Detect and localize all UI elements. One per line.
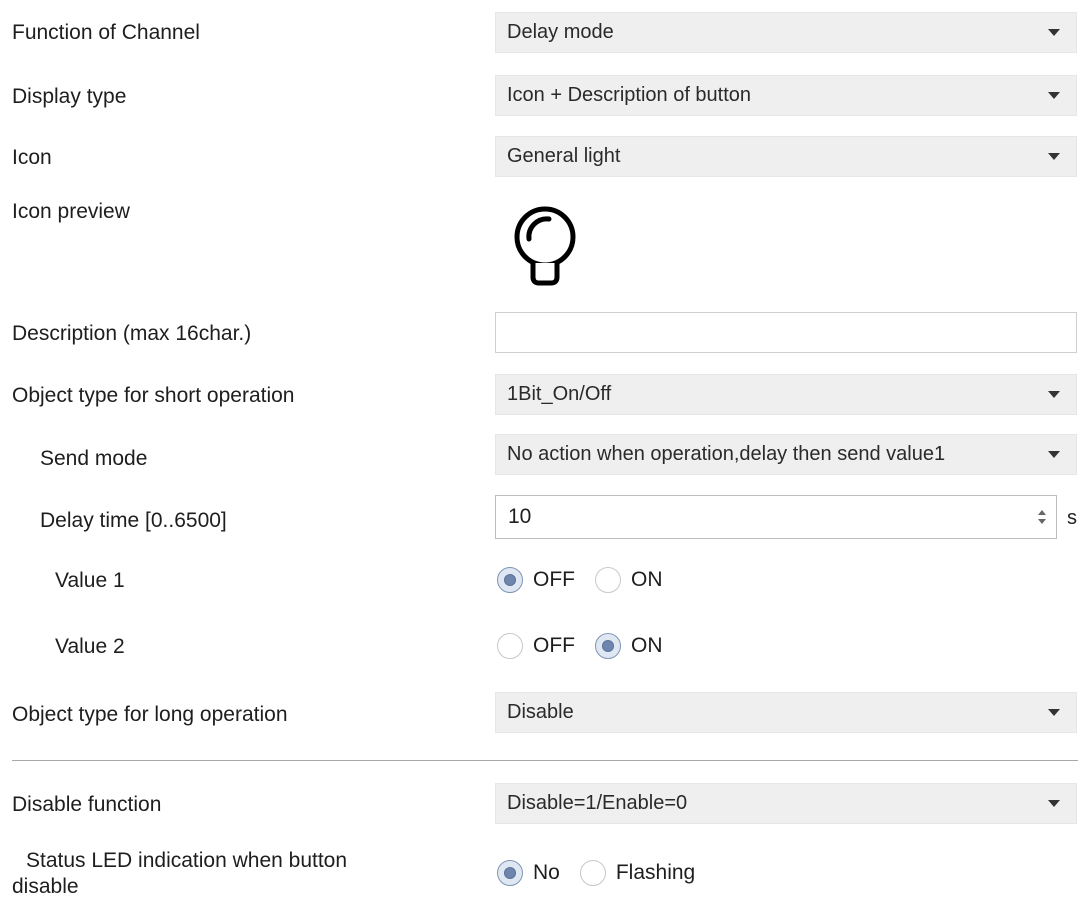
spin-down-icon[interactable] xyxy=(1038,519,1046,524)
short-object-type-label: Object type for short operation xyxy=(12,384,295,407)
delay-time-value: 10 xyxy=(508,505,532,528)
display-type-value: Icon + Description of button xyxy=(507,84,752,106)
status-led-label-line2: disable xyxy=(12,875,79,898)
short-object-type-select[interactable]: 1Bit_On/Off xyxy=(495,374,1077,415)
chevron-down-icon xyxy=(1048,29,1060,36)
value2-radio-group: OFF ON xyxy=(497,633,683,659)
send-mode-value: No action when operation,delay then send… xyxy=(507,443,946,465)
radio-unchecked-icon[interactable] xyxy=(579,860,606,886)
chevron-down-icon xyxy=(1048,391,1060,398)
value1-option-off[interactable]: OFF xyxy=(497,567,575,593)
value1-option-off-label: OFF xyxy=(533,568,575,591)
delay-time-unit: s xyxy=(1067,507,1077,529)
disable-function-select[interactable]: Disable=1/Enable=0 xyxy=(495,783,1077,824)
value1-label: Value 1 xyxy=(55,569,125,592)
radio-checked-icon[interactable] xyxy=(595,633,621,659)
long-object-type-value: Disable xyxy=(507,701,574,723)
radio-unchecked-icon[interactable] xyxy=(595,567,621,593)
value1-option-on-label: ON xyxy=(631,568,663,591)
status-led-label: Status LED indication when button disabl… xyxy=(12,848,347,900)
status-led-label-line1: Status LED indication when button xyxy=(26,849,348,872)
value2-option-off-label: OFF xyxy=(533,634,575,657)
chevron-down-icon xyxy=(1048,800,1060,807)
short-object-type-value: 1Bit_On/Off xyxy=(507,383,612,405)
icon-value: General light xyxy=(507,145,621,167)
radio-checked-icon[interactable] xyxy=(497,567,523,593)
disable-function-label: Disable function xyxy=(12,793,162,816)
status-led-option-flashing[interactable]: Flashing xyxy=(579,860,696,886)
display-type-select[interactable]: Icon + Description of button xyxy=(495,75,1077,116)
delay-time-stepper[interactable]: 10 xyxy=(495,495,1057,539)
send-mode-label: Send mode xyxy=(40,447,148,470)
chevron-down-icon xyxy=(1048,153,1060,160)
chevron-down-icon xyxy=(1048,451,1060,458)
icon-label: Icon xyxy=(12,146,52,169)
function-of-channel-label: Function of Channel xyxy=(12,21,200,44)
radio-checked-icon[interactable] xyxy=(497,860,523,886)
status-led-radio-group: No Flashing xyxy=(497,860,715,886)
status-led-option-no-label: No xyxy=(533,861,560,884)
delay-time-label: Delay time [0..6500] xyxy=(40,509,227,532)
spin-up-icon[interactable] xyxy=(1038,510,1046,515)
status-led-option-no[interactable]: No xyxy=(497,860,560,886)
value1-radio-group: OFF ON xyxy=(497,567,683,593)
spin-arrows-icon[interactable] xyxy=(1038,510,1046,524)
light-bulb-icon xyxy=(514,206,576,286)
icon-preview-label: Icon preview xyxy=(12,200,130,223)
value2-label: Value 2 xyxy=(55,635,125,658)
value1-option-on[interactable]: ON xyxy=(595,567,663,593)
description-label: Description (max 16char.) xyxy=(12,322,252,345)
value2-option-off[interactable]: OFF xyxy=(497,633,575,659)
section-divider xyxy=(12,760,1078,761)
send-mode-select[interactable]: No action when operation,delay then send… xyxy=(495,434,1077,475)
function-of-channel-select[interactable]: Delay mode xyxy=(495,12,1077,53)
long-object-type-label: Object type for long operation xyxy=(12,703,288,726)
chevron-down-icon xyxy=(1048,92,1060,99)
radio-unchecked-icon[interactable] xyxy=(497,633,523,659)
value2-option-on-label: ON xyxy=(631,634,663,657)
status-led-option-flashing-label: Flashing xyxy=(615,861,696,884)
chevron-down-icon xyxy=(1048,709,1060,716)
value2-option-on[interactable]: ON xyxy=(595,633,663,659)
function-of-channel-value: Delay mode xyxy=(507,21,614,43)
display-type-label: Display type xyxy=(12,85,127,108)
long-object-type-select[interactable]: Disable xyxy=(495,692,1077,733)
icon-select[interactable]: General light xyxy=(495,136,1077,177)
description-input[interactable] xyxy=(495,312,1077,353)
disable-function-value: Disable=1/Enable=0 xyxy=(507,792,688,814)
